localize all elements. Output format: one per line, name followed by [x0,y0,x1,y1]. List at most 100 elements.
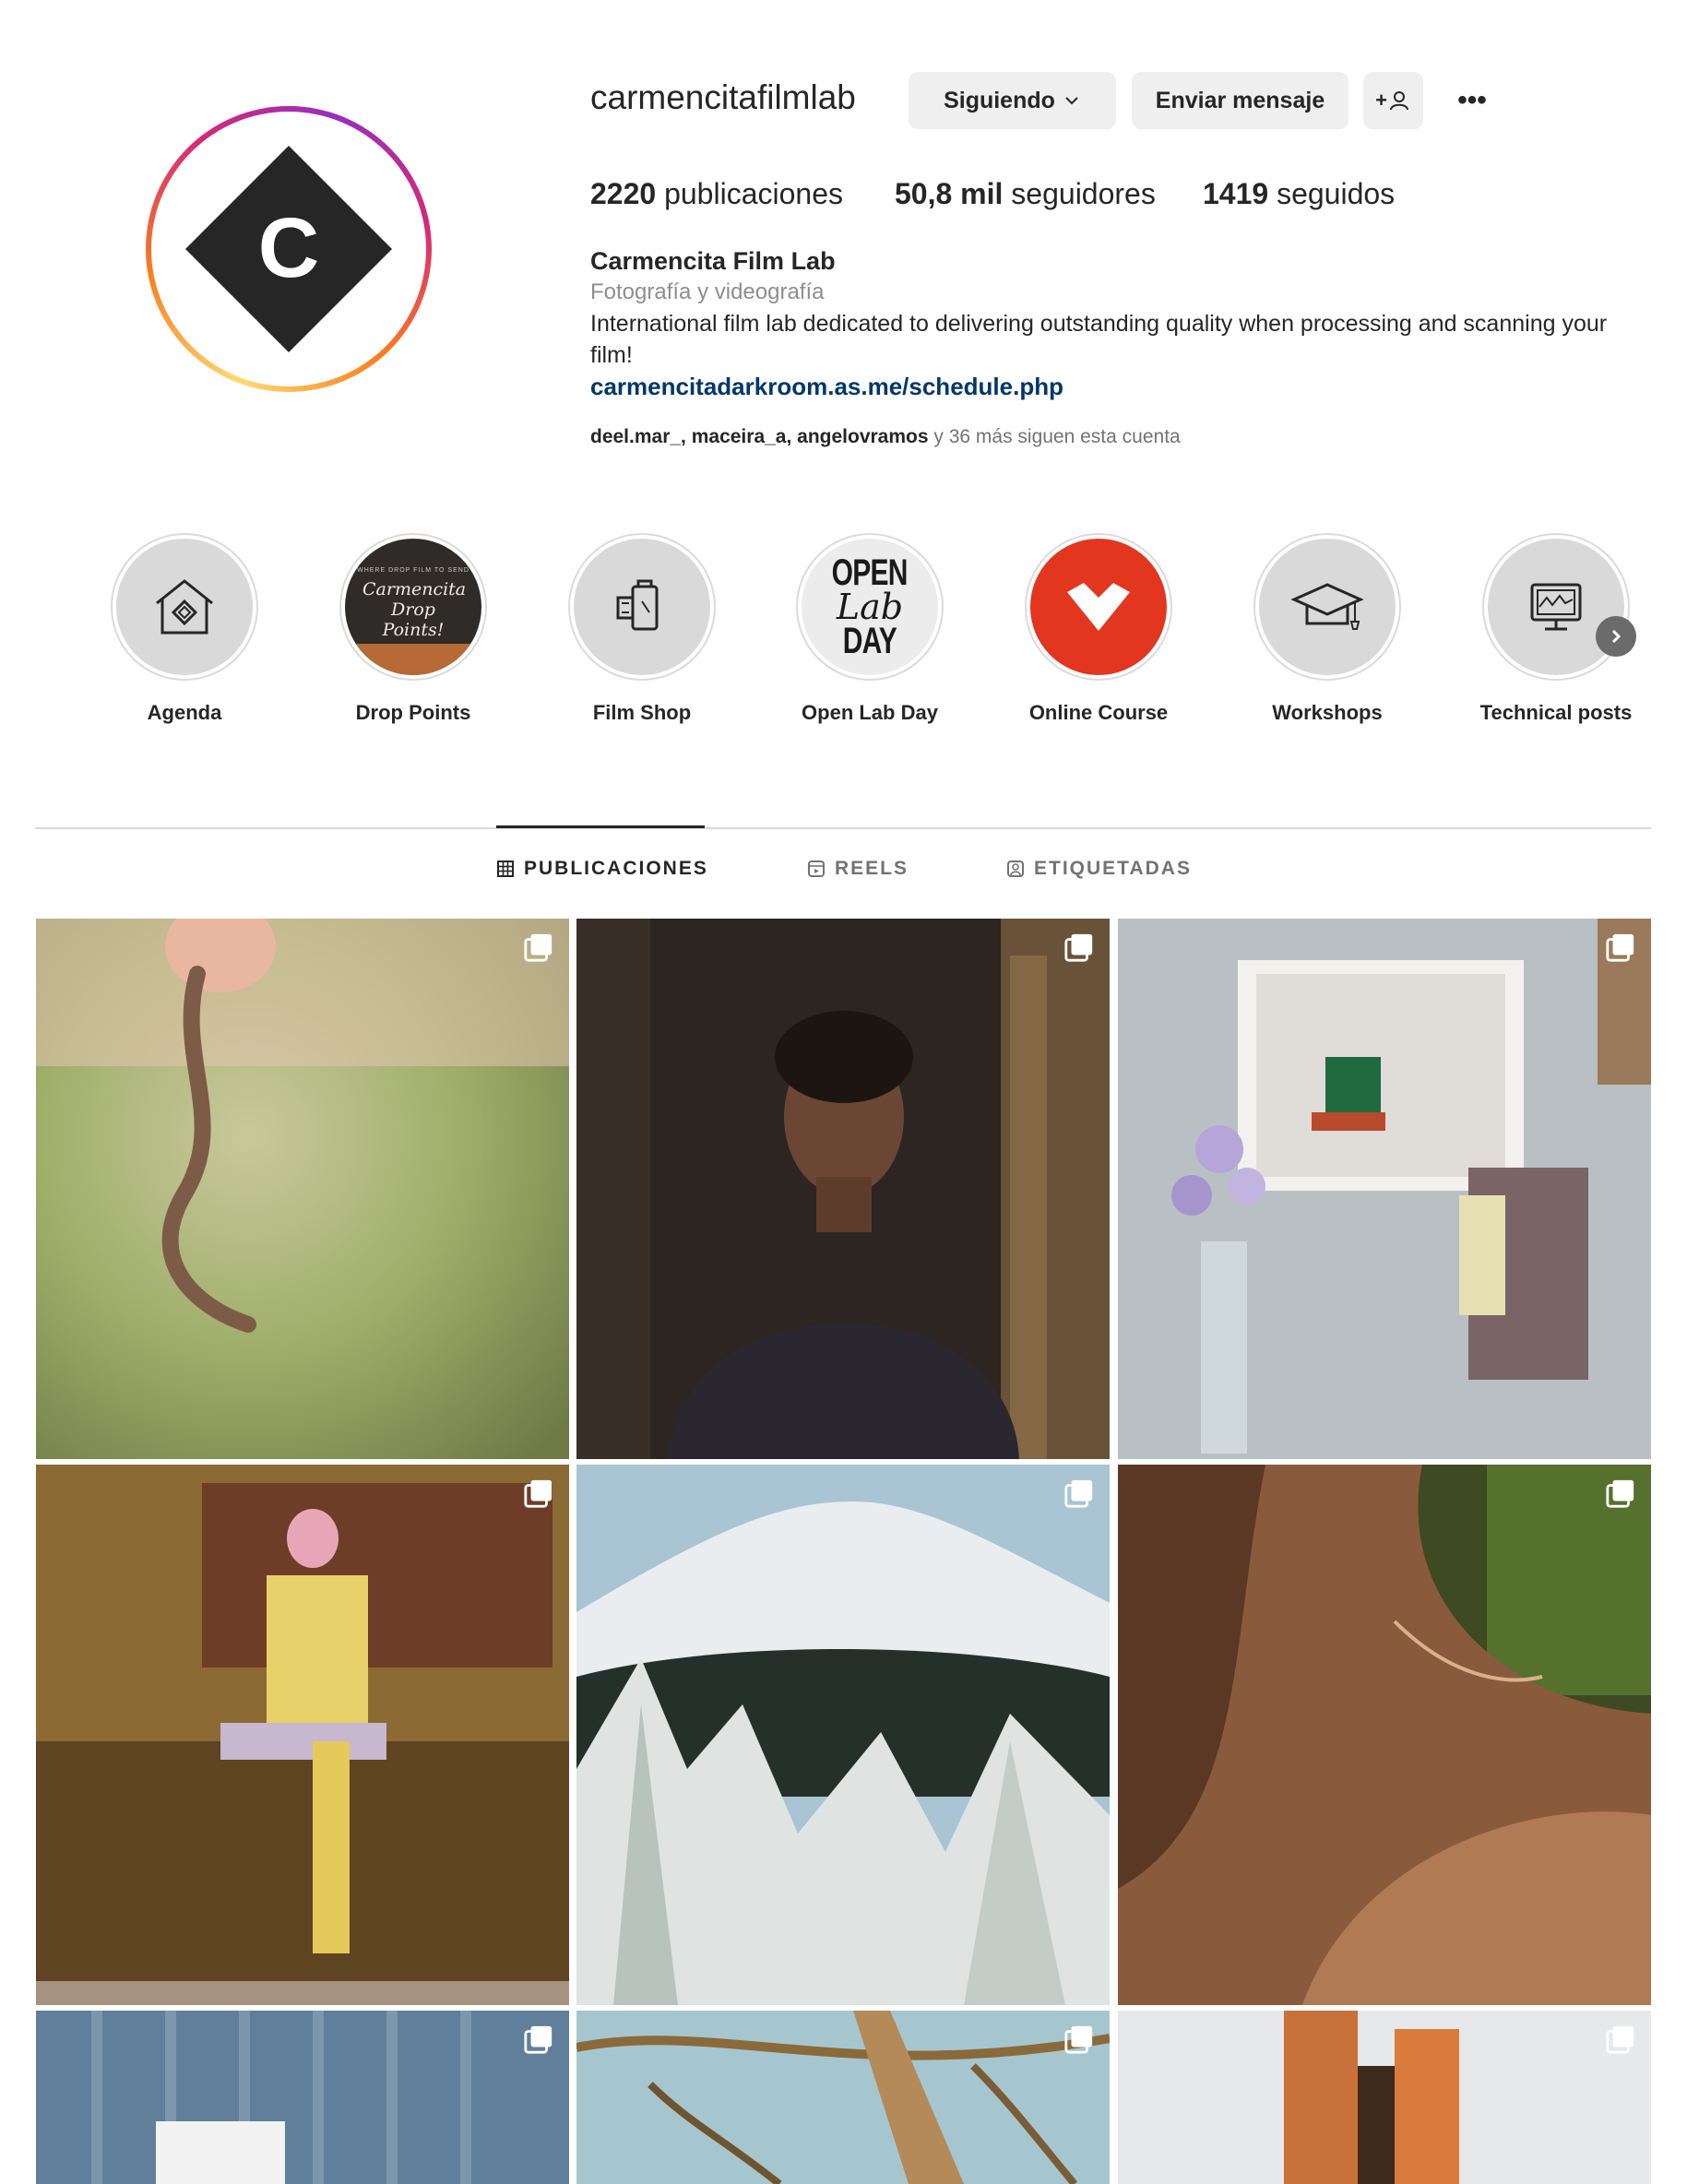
highlight-open-lab-day[interactable]: OPEN Lab DAY Open Lab Day [778,533,962,725]
following-count: 1419 [1203,177,1269,210]
tab-publicaciones[interactable]: PUBLICACIONES [496,858,708,880]
profile-username: carmencitafilmlab [590,78,856,116]
highlight-ring [1253,533,1401,681]
highlight-label: Drop Points [355,701,471,724]
post-thumbnail[interactable] [576,919,1110,1459]
multi-photo-icon [1606,933,1634,962]
highlight-ring [111,533,258,681]
tab-label: PUBLICACIONES [524,858,708,879]
post-thumbnail[interactable] [1118,919,1651,1459]
following-button-label: Siguiendo [944,87,1055,113]
highlight-ring [1025,533,1172,681]
multi-photo-icon [1064,2025,1093,2054]
highlight-label: Film Shop [592,701,692,724]
highlight-drop-points[interactable]: WHERE DROP FILM TO SEND Carmencita Drop … [321,533,505,725]
post-thumbnail[interactable] [576,1465,1110,2005]
active-tab-indicator [496,825,705,828]
tabs-divider [35,827,1651,829]
highlight-label: Workshops [1272,701,1383,724]
highlight-label: Online Course [1028,701,1169,724]
drop-points-cover: WHERE DROP FILM TO SEND Carmencita Drop … [345,539,481,675]
following-label: seguidos [1277,177,1396,210]
posts-label: publicaciones [664,177,843,210]
followers-stat[interactable]: 50,8 mil seguidores [895,177,1156,211]
highlight-agenda[interactable]: Agenda [92,533,277,725]
chevron-down-icon [1065,97,1078,105]
chevron-right-icon [1611,629,1622,644]
multi-photo-icon [1064,933,1093,962]
followers-label: seguidores [1011,177,1156,210]
grid-icon [497,861,514,877]
profile-category: Fotografía y videografía [590,279,825,304]
film-canister-icon [616,579,659,631]
followed-by-text[interactable]: deel.mar_, maceira_a, angelovramos y 36 … [590,426,1181,448]
post-image-orange-frames [1118,2011,1651,2184]
highlight-cover [574,539,710,675]
multi-photo-icon [1064,1479,1093,1508]
reels-icon [808,861,825,877]
post-thumbnail[interactable] [36,1465,569,2005]
multi-photo-icon [524,1479,552,1508]
drop-points-cover-title: Carmencita Drop Points! [362,578,467,640]
highlight-online-course[interactable]: Online Course [1006,533,1191,725]
multi-photo-icon [1606,1479,1634,1508]
house-icon [156,579,213,635]
drop-points-cover-caption: WHERE DROP FILM TO SEND [357,566,469,574]
following-stat[interactable]: 1419 seguidos [1203,177,1395,211]
more-options-icon[interactable]: ••• [1443,72,1501,129]
post-image-dry-grass [576,2011,1110,2184]
followers-count: 50,8 mil [895,177,1004,210]
tab-etiquetadas[interactable]: ETIQUETADAS [1006,858,1192,880]
post-image-seated-figure [36,1465,569,2005]
profile-bio-link[interactable]: carmencitadarkroom.as.me/schedule.php [590,373,1063,401]
highlight-ring: OPEN Lab DAY [796,533,944,681]
carmencita-logo: C [185,146,392,352]
highlight-ring: WHERE DROP FILM TO SEND Carmencita Drop … [339,533,487,681]
open-lab-day-cover: OPEN Lab DAY [802,539,938,675]
send-message-button[interactable]: Enviar mensaje [1132,72,1348,129]
post-thumbnail[interactable] [1118,1465,1651,2005]
avatar-inner: C [151,112,426,386]
multi-photo-icon [524,933,552,962]
post-thumbnail[interactable] [36,919,569,1459]
open-lab-day-line1: OPEN [831,552,909,593]
highlight-workshops[interactable]: Workshops [1235,533,1420,725]
tab-label: REELS [835,858,909,879]
graduation-cap-icon [1290,583,1364,630]
post-thumbnail[interactable] [36,2011,569,2184]
red-logo-cover [1030,539,1167,675]
highlight-film-shop[interactable]: Film Shop [550,533,734,725]
post-image-portrait [576,919,1110,1459]
post-image-snake [36,919,569,1459]
tab-reels[interactable]: REELS [807,858,909,880]
profile-full-name: Carmencita Film Lab [590,247,836,275]
add-person-button[interactable]: + [1363,72,1423,129]
post-image-mountain [576,1465,1110,2005]
posts-count: 2220 [590,177,657,210]
profile-bio: International film lab dedicated to deli… [590,311,1608,368]
following-button[interactable]: Siguiendo [909,72,1116,129]
multi-photo-icon [1606,2025,1634,2054]
posts-count-stat: 2220 publicaciones [590,177,843,211]
highlight-ring [1482,533,1630,681]
logo-letter: C [258,201,319,295]
post-thumbnail[interactable] [576,2011,1110,2184]
open-lab-day-line2: Lab [836,587,904,627]
highlights-next-button[interactable] [1596,616,1636,657]
multi-photo-icon [524,2025,552,2054]
post-image-blue-wall [36,2011,569,2184]
post-thumbnail[interactable] [1118,2011,1651,2184]
monitor-icon [1530,583,1582,631]
highlight-ring [568,533,716,681]
highlight-cover [1488,539,1624,675]
tab-label: ETIQUETADAS [1034,858,1192,879]
tagged-icon [1007,861,1024,877]
profile-avatar[interactable]: C [146,106,432,392]
drop-points-cover-strip [345,644,481,675]
highlight-label: Open Lab Day [802,701,938,724]
post-image-moodboard [1118,919,1651,1459]
plus-glyph: + [1375,89,1387,112]
highlight-cover [1259,539,1396,675]
highlight-label: Agenda [147,701,222,724]
followed-by-rest: y 36 más siguen esta cuenta [928,426,1181,447]
